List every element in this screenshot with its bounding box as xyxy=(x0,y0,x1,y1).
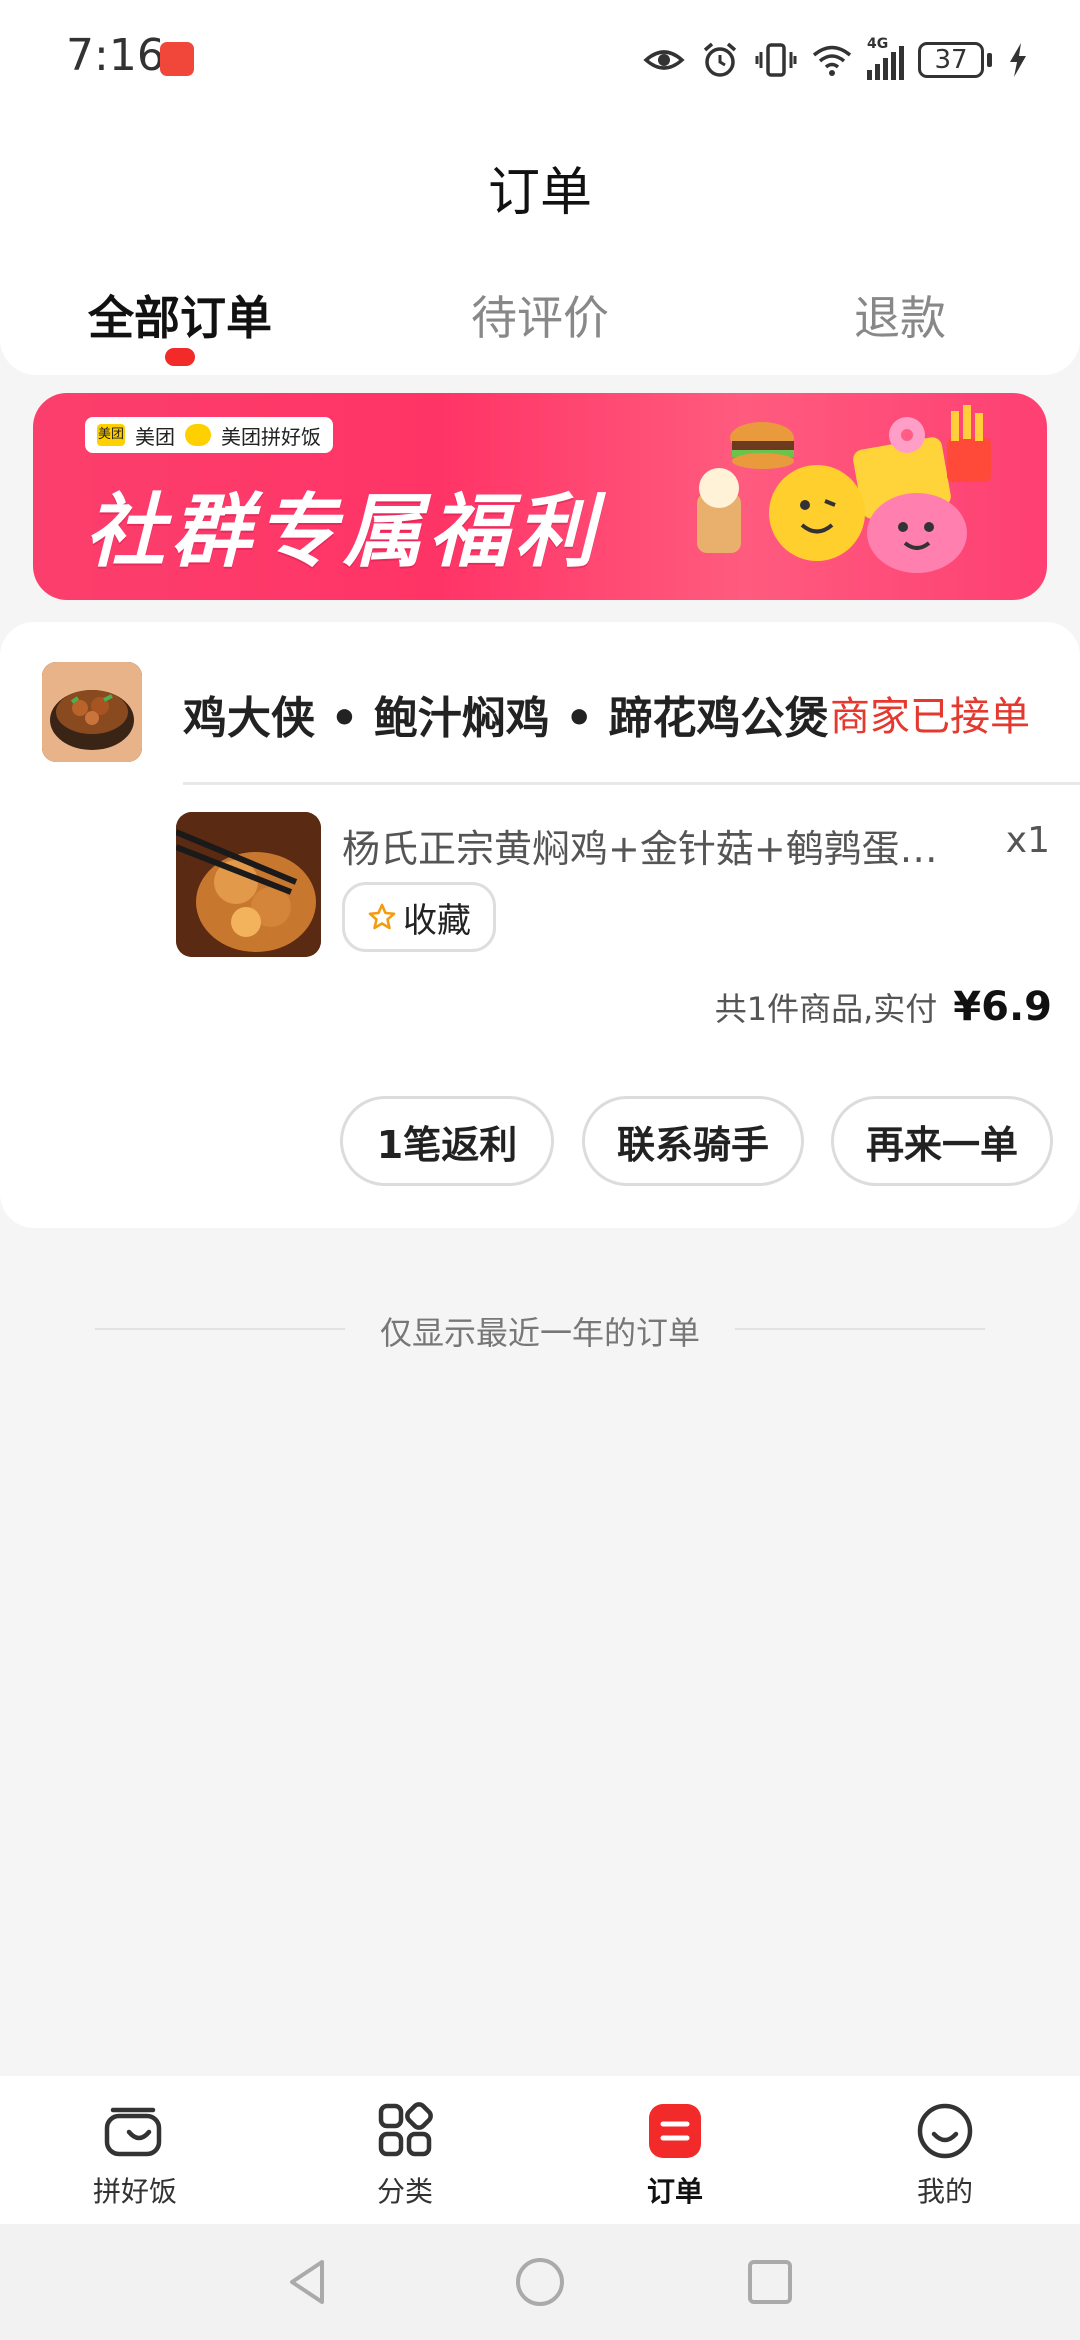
history-note: 仅显示最近一年的订单 xyxy=(379,1314,700,1352)
meituan-logo: 美团 xyxy=(97,424,125,446)
nav-item-pinhaofan[interactable]: 拼好饭 xyxy=(55,2102,215,2210)
promo-banner[interactable]: 美团 美团 美团拼好饭 社群专属福利 xyxy=(33,393,1047,600)
alarm-icon xyxy=(703,42,737,77)
tab-all-orders[interactable]: 全部订单 xyxy=(88,282,272,348)
item-thumbnail[interactable] xyxy=(176,812,321,957)
recents-icon[interactable] xyxy=(742,2254,798,2310)
order-total-price: ¥6.9 xyxy=(953,984,1052,1030)
tab-indicator xyxy=(165,348,195,366)
store-name[interactable]: 鸡大侠 • 鲍汁焖鸡 • 蹄花鸡公煲 xyxy=(183,682,829,746)
app-notification-icon xyxy=(160,42,194,76)
home-icon[interactable] xyxy=(512,2254,568,2310)
nav-label-profile: 我的 xyxy=(916,2175,973,2208)
bottom-nav: 拼好饭 分类 订单 我的 xyxy=(0,2076,1080,2224)
system-nav-bar xyxy=(0,2224,1080,2340)
favorite-button[interactable]: 收藏 xyxy=(342,882,496,952)
status-icons: 4G 37 xyxy=(643,36,1030,84)
item-quantity: x1 xyxy=(1005,820,1050,861)
note-divider-right xyxy=(735,1328,985,1330)
battery-icon: 37 xyxy=(918,42,992,78)
order-tabs: 全部订单 待评价 退款 xyxy=(0,282,1080,362)
nav-item-category[interactable]: 分类 xyxy=(325,2102,485,2210)
summary-text: 共1件商品,实付 xyxy=(714,990,938,1028)
wifi-icon xyxy=(812,45,852,76)
eye-icon xyxy=(643,50,685,70)
card-divider xyxy=(183,782,1080,785)
pinhaofan-logo xyxy=(185,424,211,446)
favorite-label: 收藏 xyxy=(403,900,471,941)
nav-label-category: 分类 xyxy=(376,2175,433,2208)
page-title: 订单 xyxy=(487,163,592,223)
page-header: 订单 全部订单 待评价 退款 xyxy=(0,120,1080,375)
reorder-button[interactable]: 再来一单 xyxy=(831,1096,1053,1186)
brand-meituan-label: 美团 xyxy=(135,424,175,449)
star-icon xyxy=(368,903,396,930)
nav-item-orders[interactable]: 订单 xyxy=(595,2102,755,2210)
brand-pinhaofan-label: 美团拼好饭 xyxy=(221,424,321,449)
tab-to-review[interactable]: 待评价 xyxy=(471,282,609,348)
profile-icon xyxy=(917,2103,973,2159)
status-bar: 7:16 4G 37 xyxy=(0,0,1080,120)
category-icon xyxy=(378,2102,433,2157)
charging-icon xyxy=(1010,43,1026,77)
banner-headline: 社群专属福利 xyxy=(85,485,601,578)
pinhaofan-icon xyxy=(104,2107,162,2157)
network-type: 4G xyxy=(867,36,889,52)
order-card[interactable]: 鸡大侠 • 鲍汁焖鸡 • 蹄花鸡公煲 商家已接单 杨氏正宗黄焖鸡+金针菇+鹌鹑蛋… xyxy=(0,622,1080,1228)
nav-label-orders: 订单 xyxy=(646,2175,703,2208)
order-icon xyxy=(649,2104,701,2158)
contact-rider-button[interactable]: 联系骑手 xyxy=(582,1096,804,1186)
banner-brand-tag: 美团 美团 美团拼好饭 xyxy=(85,417,333,453)
status-time: 7:16 xyxy=(66,30,165,81)
battery-level: 37 xyxy=(918,42,984,78)
store-thumbnail[interactable] xyxy=(42,662,142,762)
order-status-badge: 商家已接单 xyxy=(830,694,1030,740)
back-icon[interactable] xyxy=(280,2254,336,2310)
vibrate-icon xyxy=(755,43,797,77)
signal-icon: 4G xyxy=(867,36,904,80)
item-name[interactable]: 杨氏正宗黄焖鸡+金针菇+鹌鹑蛋… xyxy=(342,818,942,873)
rebate-button[interactable]: 1笔返利 xyxy=(340,1096,554,1186)
nav-label-pinhaofan: 拼好饭 xyxy=(92,2175,177,2208)
order-summary: 共1件商品,实付 ¥6.9 xyxy=(715,984,1052,1030)
nav-item-profile[interactable]: 我的 xyxy=(865,2102,1025,2210)
banner-food-illustration xyxy=(697,405,991,573)
tab-refund[interactable]: 退款 xyxy=(854,282,946,348)
